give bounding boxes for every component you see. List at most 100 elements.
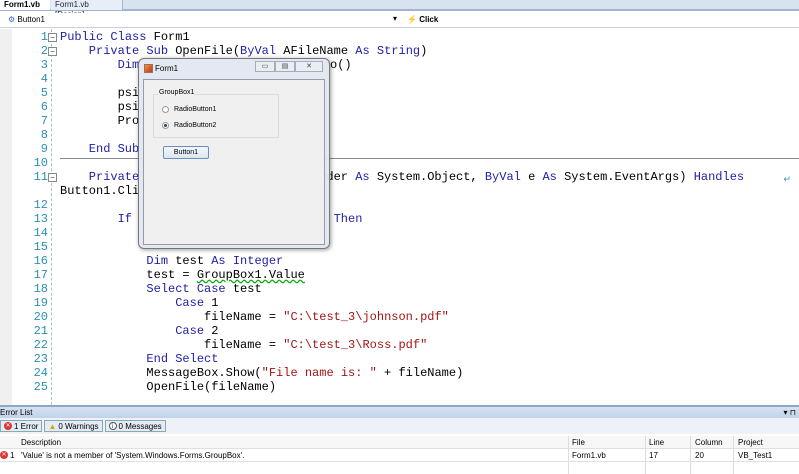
tab-form1-vb[interactable]: Form1.vb bbox=[0, 0, 50, 10]
code-line[interactable]: Private Sub OpenFile(ByVal AFileName As … bbox=[60, 44, 428, 58]
line-number: 2 bbox=[40, 44, 48, 58]
messages-filter-button[interactable]: i0 Messages bbox=[104, 420, 166, 432]
close-button[interactable]: ✕ bbox=[295, 61, 323, 72]
code-token: OpenFile( bbox=[175, 44, 241, 58]
error-description: 'Value' is not a member of 'System.Windo… bbox=[21, 451, 245, 460]
code-token: psi bbox=[60, 86, 140, 100]
collapse-icon[interactable]: − bbox=[48, 33, 57, 42]
collapse-icon[interactable]: − bbox=[48, 47, 57, 56]
code-token: psi bbox=[60, 100, 140, 114]
form1-window[interactable]: Form1 ▭ ▤ ✕ GroupBox1 RadioButton1 Radio… bbox=[138, 58, 330, 249]
radio-button-1[interactable]: RadioButton1 bbox=[162, 106, 216, 113]
error-icon: ✕ bbox=[4, 422, 12, 430]
line-number: 15 bbox=[33, 240, 48, 254]
radio-button-2[interactable]: RadioButton2 bbox=[162, 122, 216, 129]
code-line[interactable]: End Select bbox=[60, 352, 218, 366]
code-string: "C:\test_3\Ross.pdf" bbox=[283, 338, 428, 352]
error-project: VB_Test1 bbox=[738, 451, 773, 460]
object-dropdown[interactable]: ⚙ Button1 bbox=[8, 15, 45, 24]
maximize-button[interactable]: ▤ bbox=[275, 61, 295, 72]
code-token: test bbox=[175, 254, 212, 268]
code-token: Form1 bbox=[153, 30, 190, 44]
code-keyword: Private bbox=[60, 44, 147, 58]
tab-form1-design[interactable]: Form1.vb [Design] bbox=[51, 0, 123, 19]
line-number: 24 bbox=[33, 366, 48, 380]
code-line[interactable]: Dim bbox=[60, 58, 140, 72]
code-line[interactable]: fileName = "C:\test_3\johnson.pdf" bbox=[60, 310, 449, 324]
column-line[interactable]: Line bbox=[649, 436, 664, 449]
code-keyword: As bbox=[355, 44, 377, 58]
warnings-filter-button[interactable]: ▲ 0 Warnings bbox=[44, 420, 103, 432]
error-icon: ✕ bbox=[0, 451, 8, 459]
line-number: 4 bbox=[40, 72, 48, 86]
code-line[interactable]: Then bbox=[334, 212, 363, 226]
line-number: 11 bbox=[33, 170, 48, 184]
line-number: 8 bbox=[40, 128, 48, 142]
code-line[interactable]: Public Class Form1 bbox=[60, 30, 190, 44]
error-row[interactable]: ✕ 1 'Value' is not a member of 'System.W… bbox=[0, 449, 799, 462]
code-line[interactable]: Pro bbox=[60, 114, 140, 128]
code-line[interactable]: psi bbox=[60, 86, 140, 100]
code-line[interactable]: Case 1 bbox=[60, 296, 218, 310]
line-number: 5 bbox=[40, 86, 48, 100]
code-line[interactable]: MessageBox.Show("File name is: " + fileN… bbox=[60, 366, 463, 380]
code-line[interactable]: Select Case test bbox=[60, 282, 261, 296]
code-line[interactable]: fileName = "C:\test_3\Ross.pdf" bbox=[60, 338, 427, 352]
code-line[interactable]: o() bbox=[330, 58, 352, 72]
object-dropdown-value: Button1 bbox=[17, 15, 45, 24]
control-icon: ⚙ bbox=[8, 15, 16, 24]
event-dropdown[interactable]: ⚡ Click bbox=[407, 15, 438, 24]
column-project[interactable]: Project bbox=[738, 436, 763, 449]
info-icon: i bbox=[108, 422, 117, 430]
form-client-area: GroupBox1 RadioButton1 RadioButton2 Butt… bbox=[143, 79, 325, 245]
code-line[interactable]: Button1.Cli bbox=[60, 184, 139, 198]
error-list-title-text: Error List bbox=[0, 408, 33, 417]
line-number: 12 bbox=[33, 198, 48, 212]
line-number: 22 bbox=[33, 338, 48, 352]
radio-selected-icon bbox=[162, 122, 169, 129]
code-keyword: Sub bbox=[117, 142, 140, 156]
code-error-token: GroupBox1.Value bbox=[196, 268, 305, 282]
messages-filter-label: 0 Messages bbox=[118, 421, 162, 431]
word-wrap-glyph-icon: ↵ bbox=[783, 174, 791, 184]
column-column[interactable]: Column bbox=[695, 436, 723, 449]
code-line[interactable]: Dim test As Integer bbox=[60, 254, 283, 268]
errors-filter-button[interactable]: ✕ 1 Error bbox=[0, 420, 43, 432]
code-keyword: End bbox=[60, 352, 176, 366]
pin-icon[interactable]: ▾ ⊓ bbox=[784, 407, 796, 418]
code-token: AFileName bbox=[283, 44, 356, 58]
line-number: 7 bbox=[40, 114, 48, 128]
code-line[interactable]: test = GroupBox1.Value bbox=[60, 268, 305, 282]
warning-icon: ▲ bbox=[48, 421, 57, 431]
line-number: 6 bbox=[40, 100, 48, 114]
line-number: 16 bbox=[33, 254, 48, 268]
code-line[interactable]: Case 2 bbox=[60, 324, 218, 338]
code-token: ) bbox=[420, 44, 428, 58]
code-line[interactable]: Private bbox=[60, 170, 139, 184]
code-line[interactable]: End Sub bbox=[60, 142, 139, 156]
button1[interactable]: Button1 bbox=[163, 146, 209, 159]
form-icon bbox=[144, 64, 153, 73]
code-keyword: Dim bbox=[60, 254, 176, 268]
column-file[interactable]: File bbox=[572, 436, 585, 449]
code-line[interactable]: psi bbox=[60, 100, 140, 114]
code-line[interactable]: OpenFile(fileName) bbox=[60, 380, 276, 394]
code-keyword: Case bbox=[60, 296, 212, 310]
code-keyword: Dim bbox=[60, 58, 140, 72]
line-number: 20 bbox=[33, 310, 48, 324]
code-string: "C:\test_3\johnson.pdf" bbox=[283, 310, 449, 324]
line-number: 3 bbox=[40, 58, 48, 72]
radio-label: RadioButton2 bbox=[174, 122, 217, 129]
chevron-down-icon[interactable]: ▾ bbox=[393, 14, 397, 23]
code-keyword: Case bbox=[60, 324, 212, 338]
code-token: fileName = bbox=[60, 338, 284, 352]
code-line[interactable]: If bbox=[60, 212, 132, 226]
minimize-button[interactable]: ▭ bbox=[255, 61, 275, 72]
line-number: 17 bbox=[33, 268, 48, 282]
column-description[interactable]: Description bbox=[21, 436, 61, 449]
error-number: 1 bbox=[10, 451, 15, 460]
collapse-icon[interactable]: − bbox=[48, 173, 57, 182]
line-number: 13 bbox=[33, 212, 48, 226]
code-editor[interactable]: 1 Public Class Form1 2 Private Sub OpenFil… bbox=[0, 29, 799, 405]
code-line[interactable]: nder As System.Object, ByVal e As System… bbox=[319, 170, 744, 184]
